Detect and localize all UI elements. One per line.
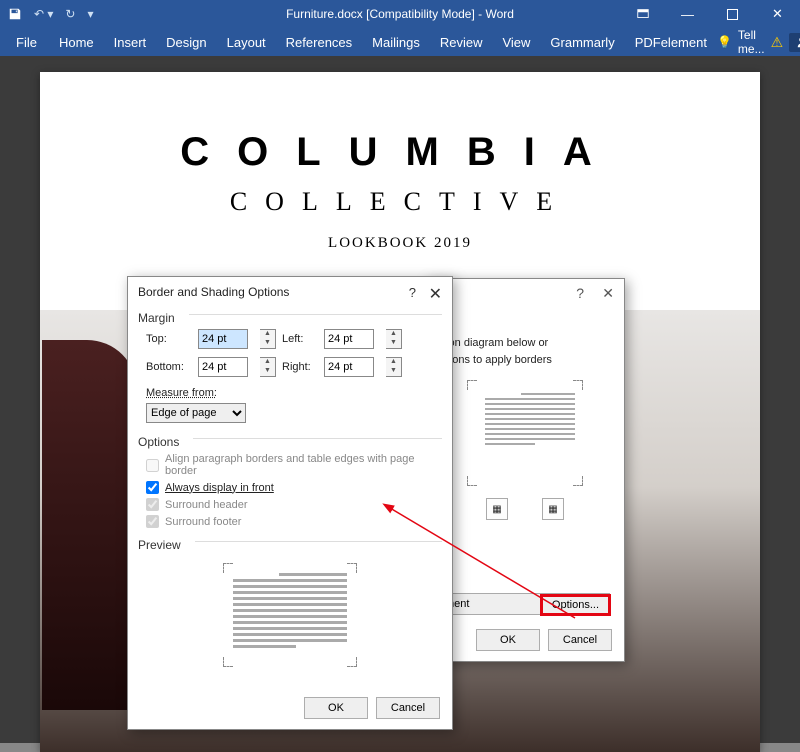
margin-left-input[interactable] <box>324 329 374 349</box>
window-title: Furniture.docx [Compatibility Mode] - Wo… <box>286 7 514 21</box>
opt-always-front[interactable]: Always display in front <box>146 481 442 494</box>
minimize-icon[interactable]: — <box>665 0 710 28</box>
margin-bottom-input[interactable] <box>198 357 248 377</box>
options-button[interactable]: Options... <box>541 595 610 615</box>
top-label: Top: <box>146 333 194 345</box>
preview-diagram <box>220 560 360 670</box>
share-button[interactable]: Share <box>789 33 800 52</box>
tab-pdfelement[interactable]: PDFelement <box>625 28 717 56</box>
warning-icon[interactable]: ⚠ <box>771 34 784 51</box>
spinner-bottom[interactable]: ▲▼ <box>260 357 276 377</box>
close-icon[interactable]: ✕ <box>429 284 442 304</box>
tab-layout[interactable]: Layout <box>217 28 276 56</box>
margin-right-input[interactable] <box>324 357 374 377</box>
measure-from-select[interactable]: Edge of page <box>146 403 246 423</box>
ok-button[interactable]: OK <box>304 697 368 719</box>
tab-insert[interactable]: Insert <box>104 28 157 56</box>
spinner-top[interactable]: ▲▼ <box>260 329 276 349</box>
opt-align-borders: Align paragraph borders and table edges … <box>146 453 442 477</box>
group-options: Options <box>128 431 189 451</box>
file-tab[interactable]: File <box>4 28 49 56</box>
redo-icon[interactable]: ↻ <box>65 7 75 21</box>
border-bottom-toggle[interactable]: ▦ <box>486 498 508 520</box>
ribbon-display-icon[interactable] <box>620 0 665 28</box>
tell-me[interactable]: Tell me... <box>738 28 765 56</box>
tab-review[interactable]: Review <box>430 28 493 56</box>
opt-surround-header: Surround header <box>146 498 442 511</box>
spinner-left[interactable]: ▲▼ <box>386 329 402 349</box>
close-icon[interactable]: ✕ <box>755 0 800 28</box>
preview-hint: uttons to apply borders <box>440 352 610 369</box>
cancel-button[interactable]: Cancel <box>548 629 612 651</box>
close-icon[interactable]: ✕ <box>602 285 614 302</box>
dialog-title: Border and Shading Options <box>128 277 452 307</box>
titlebar: ↶ ▾ ↻ ▾ Furniture.docx [Compatibility Mo… <box>0 0 800 28</box>
borders-shading-dialog: ? ✕ k on diagram below or uttons to appl… <box>425 278 625 662</box>
left-label: Left: <box>282 333 320 345</box>
tab-home[interactable]: Home <box>49 28 104 56</box>
cancel-button[interactable]: Cancel <box>376 697 440 719</box>
measure-from-label: Measure from: <box>146 387 442 399</box>
spinner-right[interactable]: ▲▼ <box>386 357 402 377</box>
doc-heading-1: COLUMBIA <box>40 130 760 175</box>
border-shading-options-dialog: Border and Shading Options ? ✕ Margin To… <box>127 276 453 730</box>
margin-top-input[interactable] <box>198 329 248 349</box>
doc-heading-3: LOOKBOOK 2019 <box>40 235 760 252</box>
ribbon: File Home Insert Design Layout Reference… <box>0 28 800 56</box>
border-preview-diagram[interactable] <box>465 378 585 488</box>
save-icon[interactable] <box>8 7 22 21</box>
tab-mailings[interactable]: Mailings <box>362 28 430 56</box>
opt-surround-footer: Surround footer <box>146 515 442 528</box>
tab-references[interactable]: References <box>276 28 362 56</box>
help-icon[interactable]: ? <box>576 285 584 301</box>
right-label: Right: <box>282 361 320 373</box>
ok-button[interactable]: OK <box>476 629 540 651</box>
qat-dropdown-icon[interactable]: ▾ <box>87 7 93 21</box>
doc-heading-2: COLLECTIVE <box>40 187 760 217</box>
tab-grammarly[interactable]: Grammarly <box>540 28 624 56</box>
group-margin: Margin <box>128 307 185 327</box>
border-right-toggle[interactable]: ▦ <box>542 498 564 520</box>
preview-hint: k on diagram below or <box>440 335 610 352</box>
undo-icon[interactable]: ↶ ▾ <box>34 7 53 21</box>
bottom-label: Bottom: <box>146 361 194 373</box>
lightbulb-icon: 💡 <box>717 35 732 49</box>
tab-design[interactable]: Design <box>156 28 216 56</box>
maximize-icon[interactable] <box>710 0 755 28</box>
help-icon[interactable]: ? <box>409 285 416 300</box>
group-preview: Preview <box>128 534 191 554</box>
tab-view[interactable]: View <box>492 28 540 56</box>
